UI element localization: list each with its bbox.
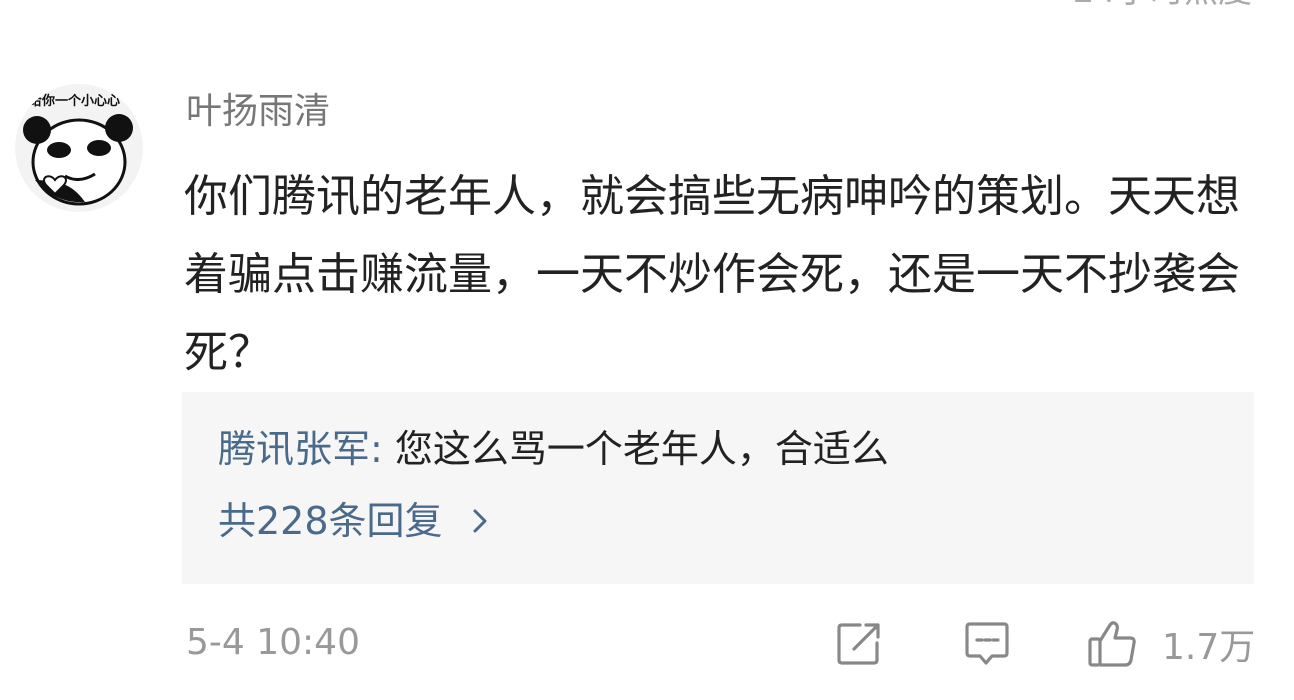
- comment-icon: [965, 622, 1009, 665]
- comment-button[interactable]: [962, 614, 1012, 674]
- share-button[interactable]: [834, 614, 884, 674]
- like-count: 1.7万: [1162, 627, 1256, 668]
- avatar-caption: 给你一个小心心: [29, 94, 121, 109]
- comment-timestamp: 5-4 10:40: [186, 622, 360, 663]
- reply-separator: :: [370, 427, 395, 471]
- reply-preview-box[interactable]: 腾讯张军: 您这么骂一个老年人，合适么 共228条回复: [182, 392, 1254, 584]
- comment-text: 你们腾讯的老年人，就会搞些无病呻吟的策划。天天想着骗点击赚流量，一天不炒作会死，…: [184, 171, 1240, 378]
- avatar[interactable]: 给你一个小心心: [15, 84, 143, 212]
- reply-text: 您这么骂一个老年人，合适么: [394, 427, 889, 471]
- reply-count-label: 共228条回复: [218, 499, 443, 543]
- reply-line: 腾讯张军: 您这么骂一个老年人，合适么: [218, 426, 889, 472]
- comment-username[interactable]: 叶扬雨清: [186, 90, 330, 134]
- reply-author[interactable]: 腾讯张军: [218, 427, 370, 471]
- view-all-replies-link[interactable]: 共228条回复: [218, 498, 489, 544]
- chevron-right-icon: [473, 509, 487, 532]
- share-icon: [837, 623, 880, 665]
- top-clipped-text: 24小时热度: [1073, 0, 1252, 8]
- thumbs-up-icon: [1088, 621, 1136, 667]
- like-button[interactable]: 1.7万: [1086, 614, 1255, 674]
